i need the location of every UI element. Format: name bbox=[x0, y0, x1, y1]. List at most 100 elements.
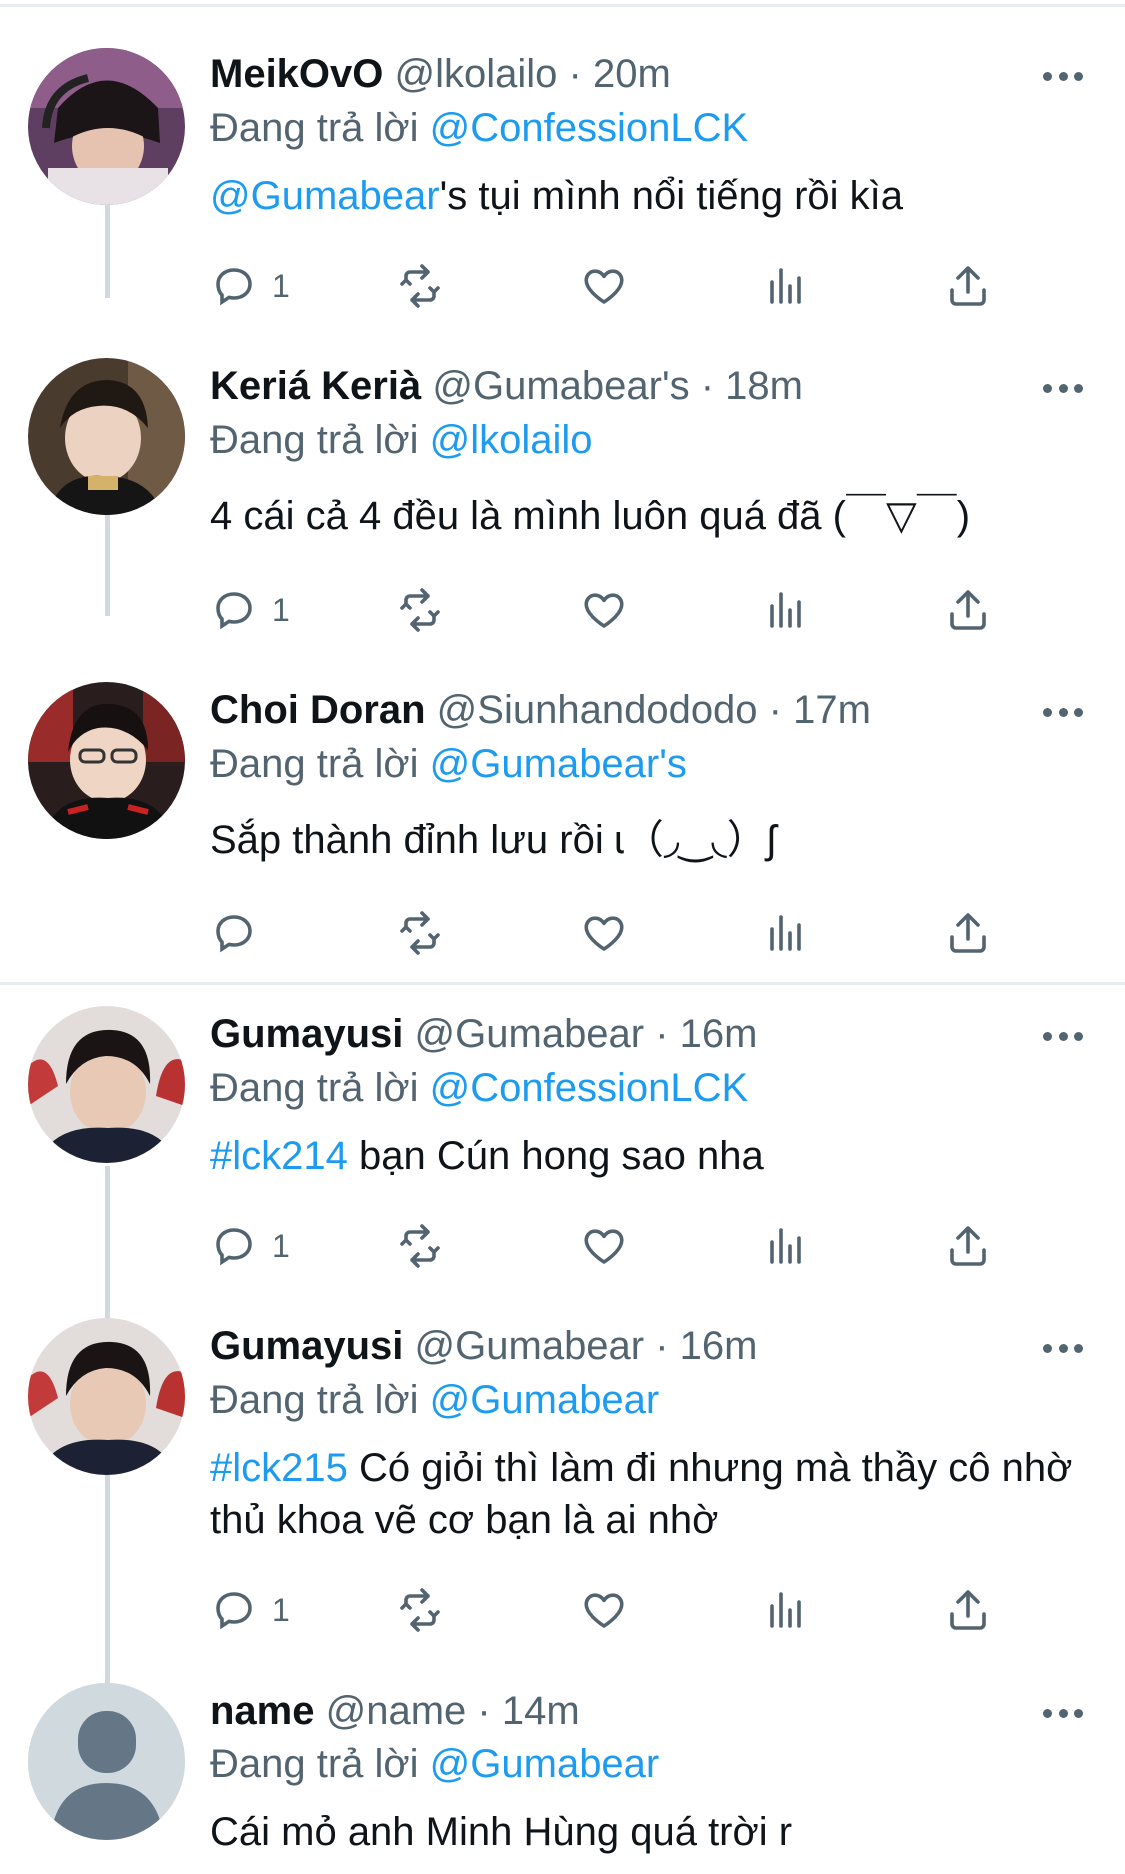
replying-to-link[interactable]: @Gumabear bbox=[430, 1378, 660, 1422]
timestamp[interactable]: 17m bbox=[793, 688, 871, 732]
reply-count: 1 bbox=[272, 1227, 290, 1264]
more-icon[interactable] bbox=[1043, 69, 1083, 83]
share-button[interactable] bbox=[944, 1585, 992, 1635]
like-button[interactable] bbox=[580, 1585, 628, 1635]
timestamp[interactable]: 20m bbox=[593, 52, 671, 96]
separator: · bbox=[466, 1689, 502, 1733]
analytics-icon bbox=[770, 915, 801, 951]
avatar[interactable] bbox=[28, 1318, 185, 1475]
mention-link[interactable]: @Gumabear bbox=[210, 174, 440, 218]
retweet-icon bbox=[400, 1588, 440, 1632]
retweet-icon bbox=[400, 911, 440, 955]
heart-icon bbox=[584, 1593, 624, 1628]
tweet-header: Gumayusi @Gumabear · 16m bbox=[210, 1322, 757, 1370]
reply-button[interactable] bbox=[210, 908, 272, 958]
hashtag-link[interactable]: #lck214 bbox=[210, 1134, 348, 1178]
reply-button[interactable]: 1 bbox=[210, 1221, 290, 1271]
like-button[interactable] bbox=[580, 585, 628, 635]
tweet-actions: 1 bbox=[0, 1221, 1125, 1271]
avatar[interactable] bbox=[28, 1683, 185, 1840]
share-icon bbox=[950, 1590, 986, 1630]
tweet-text: @Gumabear's tụi mình nổi tiếng rồi kìa bbox=[210, 170, 1090, 222]
avatar[interactable] bbox=[28, 48, 185, 205]
like-button[interactable] bbox=[580, 908, 628, 958]
conversation-divider bbox=[0, 982, 1125, 985]
thread-line bbox=[105, 1475, 110, 1683]
replying-to: Đang trả lời @ConfessionLCK bbox=[210, 1064, 748, 1112]
avatar[interactable] bbox=[28, 358, 185, 515]
replying-to: Đang trả lời @Gumabear bbox=[210, 1376, 659, 1424]
replying-to-link[interactable]: @Gumabear's bbox=[430, 742, 687, 786]
replying-to-link[interactable]: @lkolailo bbox=[430, 418, 593, 462]
reply-count: 1 bbox=[272, 267, 290, 304]
retweet-button[interactable] bbox=[396, 908, 444, 958]
display-name[interactable]: MeikOvO bbox=[210, 52, 383, 96]
tweet-header: Choi Doran @Siunhandododo · 17m bbox=[210, 686, 871, 734]
timestamp[interactable]: 18m bbox=[725, 364, 803, 408]
replying-to-link[interactable]: @Gumabear bbox=[430, 1742, 660, 1786]
share-icon bbox=[950, 590, 986, 630]
separator: · bbox=[557, 52, 593, 96]
avatar[interactable] bbox=[28, 682, 185, 839]
more-icon[interactable] bbox=[1043, 1029, 1083, 1043]
avatar[interactable] bbox=[28, 1006, 185, 1163]
like-button[interactable] bbox=[580, 261, 628, 311]
avatar-image bbox=[28, 682, 185, 839]
retweet-button[interactable] bbox=[396, 585, 444, 635]
tweet-actions bbox=[0, 908, 1125, 958]
replying-to-label: Đang trả lời bbox=[210, 1066, 430, 1110]
share-button[interactable] bbox=[944, 1221, 992, 1271]
share-button[interactable] bbox=[944, 261, 992, 311]
display-name[interactable]: Gumayusi bbox=[210, 1324, 403, 1368]
handle[interactable]: @lkolailo bbox=[395, 52, 558, 96]
reply-count: 1 bbox=[272, 591, 290, 628]
timestamp[interactable]: 16m bbox=[680, 1324, 758, 1368]
handle[interactable]: @name bbox=[326, 1689, 467, 1733]
replying-to-link[interactable]: @ConfessionLCK bbox=[430, 106, 749, 150]
views-button[interactable] bbox=[762, 1221, 810, 1271]
more-icon[interactable] bbox=[1043, 1341, 1083, 1355]
views-button[interactable] bbox=[762, 1585, 810, 1635]
replying-to-link[interactable]: @ConfessionLCK bbox=[430, 1066, 749, 1110]
retweet-button[interactable] bbox=[396, 1585, 444, 1635]
timestamp[interactable]: 14m bbox=[502, 1689, 580, 1733]
retweet-icon bbox=[400, 264, 440, 308]
retweet-button[interactable] bbox=[396, 1221, 444, 1271]
tweet-header: Gumayusi @Gumabear · 16m bbox=[210, 1010, 757, 1058]
reply-button[interactable]: 1 bbox=[210, 585, 290, 635]
analytics-icon bbox=[770, 1228, 801, 1264]
reply-button[interactable]: 1 bbox=[210, 261, 290, 311]
tweet-text-body: 's tụi mình nổi tiếng rồi kìa bbox=[439, 174, 904, 218]
timestamp[interactable]: 16m bbox=[680, 1012, 758, 1056]
display-name[interactable]: Gumayusi bbox=[210, 1012, 403, 1056]
more-icon[interactable] bbox=[1043, 381, 1083, 395]
display-name[interactable]: name bbox=[210, 1689, 315, 1733]
handle[interactable]: @Gumabear's bbox=[432, 364, 689, 408]
handle[interactable]: @Gumabear bbox=[415, 1324, 645, 1368]
share-button[interactable] bbox=[944, 585, 992, 635]
views-button[interactable] bbox=[762, 261, 810, 311]
tweet-header: MeikOvO @lkolailo · 20m bbox=[210, 50, 671, 98]
views-button[interactable] bbox=[762, 908, 810, 958]
reply-button[interactable]: 1 bbox=[210, 1585, 290, 1635]
share-icon bbox=[950, 1226, 986, 1266]
more-icon[interactable] bbox=[1043, 705, 1083, 719]
handle[interactable]: @Gumabear bbox=[415, 1012, 645, 1056]
reply-count: 1 bbox=[272, 1591, 290, 1628]
tweet-text: Cái mỏ anh Minh Hùng quá trời r bbox=[210, 1806, 1090, 1858]
share-button[interactable] bbox=[944, 908, 992, 958]
hashtag-link[interactable]: #lck215 bbox=[210, 1446, 348, 1490]
handle[interactable]: @Siunhandododo bbox=[437, 688, 758, 732]
avatar-image bbox=[28, 1318, 185, 1475]
heart-icon bbox=[584, 1229, 624, 1264]
separator: · bbox=[757, 688, 794, 732]
retweet-button[interactable] bbox=[396, 261, 444, 311]
retweet-icon bbox=[400, 1224, 440, 1268]
views-button[interactable] bbox=[762, 585, 810, 635]
replying-to: Đang trả lời @Gumabear bbox=[210, 1740, 659, 1788]
reply-icon bbox=[216, 1228, 252, 1266]
display-name[interactable]: Keriá Kerià bbox=[210, 364, 421, 408]
like-button[interactable] bbox=[580, 1221, 628, 1271]
display-name[interactable]: Choi Doran bbox=[210, 688, 426, 732]
more-icon[interactable] bbox=[1043, 1706, 1083, 1720]
